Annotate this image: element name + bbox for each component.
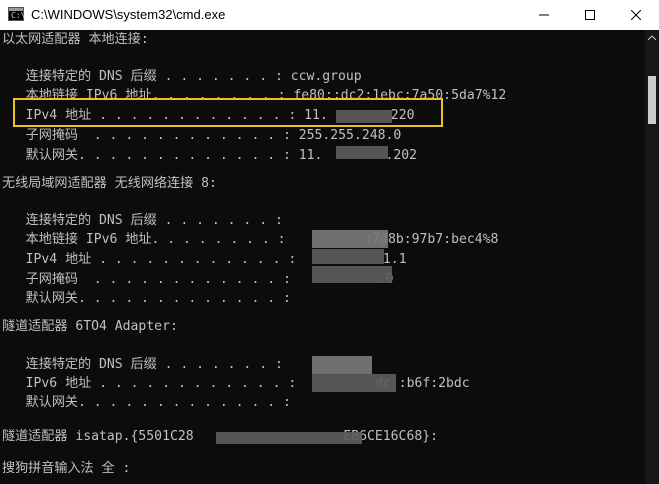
console-icon[interactable]: C:\ [8,7,26,21]
cmd-window: C:\ C:\WINDOWS\system32\cmd.exe 以太网适配器 本… [0,0,659,484]
redaction-blur [216,432,362,444]
console-icon-glyph: C:\ [11,11,26,20]
redaction-blur [312,374,396,392]
close-icon [631,10,641,20]
maximize-icon [585,10,595,20]
redaction-blur [336,110,392,123]
console-line: 无线局域网适配器 无线网络连接 8: [2,176,217,191]
maximize-button[interactable] [567,0,613,30]
console-line: 连接特定的 DNS 后缀 . . . . . . . : [2,357,283,372]
console-line: 搜狗拼音输入法 全 : [2,461,131,476]
console-line: 以太网适配器 本地连接: [2,32,149,47]
console-line: 连接特定的 DNS 后缀 . . . . . . . : ccw.group [2,69,362,84]
console-line: 隧道适配器 6TO4 Adapter: [2,319,178,334]
console-line: 连接特定的 DNS 后缀 . . . . . . . : [2,213,283,228]
redaction-blur [336,146,388,159]
chevron-up-icon [648,34,656,40]
minimize-icon [539,14,549,16]
window-title: C:\WINDOWS\system32\cmd.exe [31,7,226,22]
redaction-blur [312,356,372,374]
redaction-blur [312,266,392,283]
title-bar[interactable]: C:\ C:\WINDOWS\system32\cmd.exe [0,0,659,30]
console-line: 子网掩码 . . . . . . . . . . . . : 255.255.2… [2,128,402,143]
console-line: 默认网关. . . . . . . . . . . . . : [2,395,291,410]
vertical-scrollbar[interactable] [645,30,659,484]
console-line: 本地链接 IPv6 地址. . . . . . . . : :7d8b:97b7… [2,232,499,247]
console-line: IPv6 地址 . . . . . . . . . . . . : dc::b6… [2,376,470,391]
redaction-blur [312,249,384,264]
scroll-up-button[interactable] [645,30,659,44]
minimize-button[interactable] [521,0,567,30]
scroll-thumb[interactable] [648,76,656,124]
redaction-blur [312,230,388,248]
close-button[interactable] [613,0,659,30]
console-line: 默认网关. . . . . . . . . . . . . : [2,291,291,306]
